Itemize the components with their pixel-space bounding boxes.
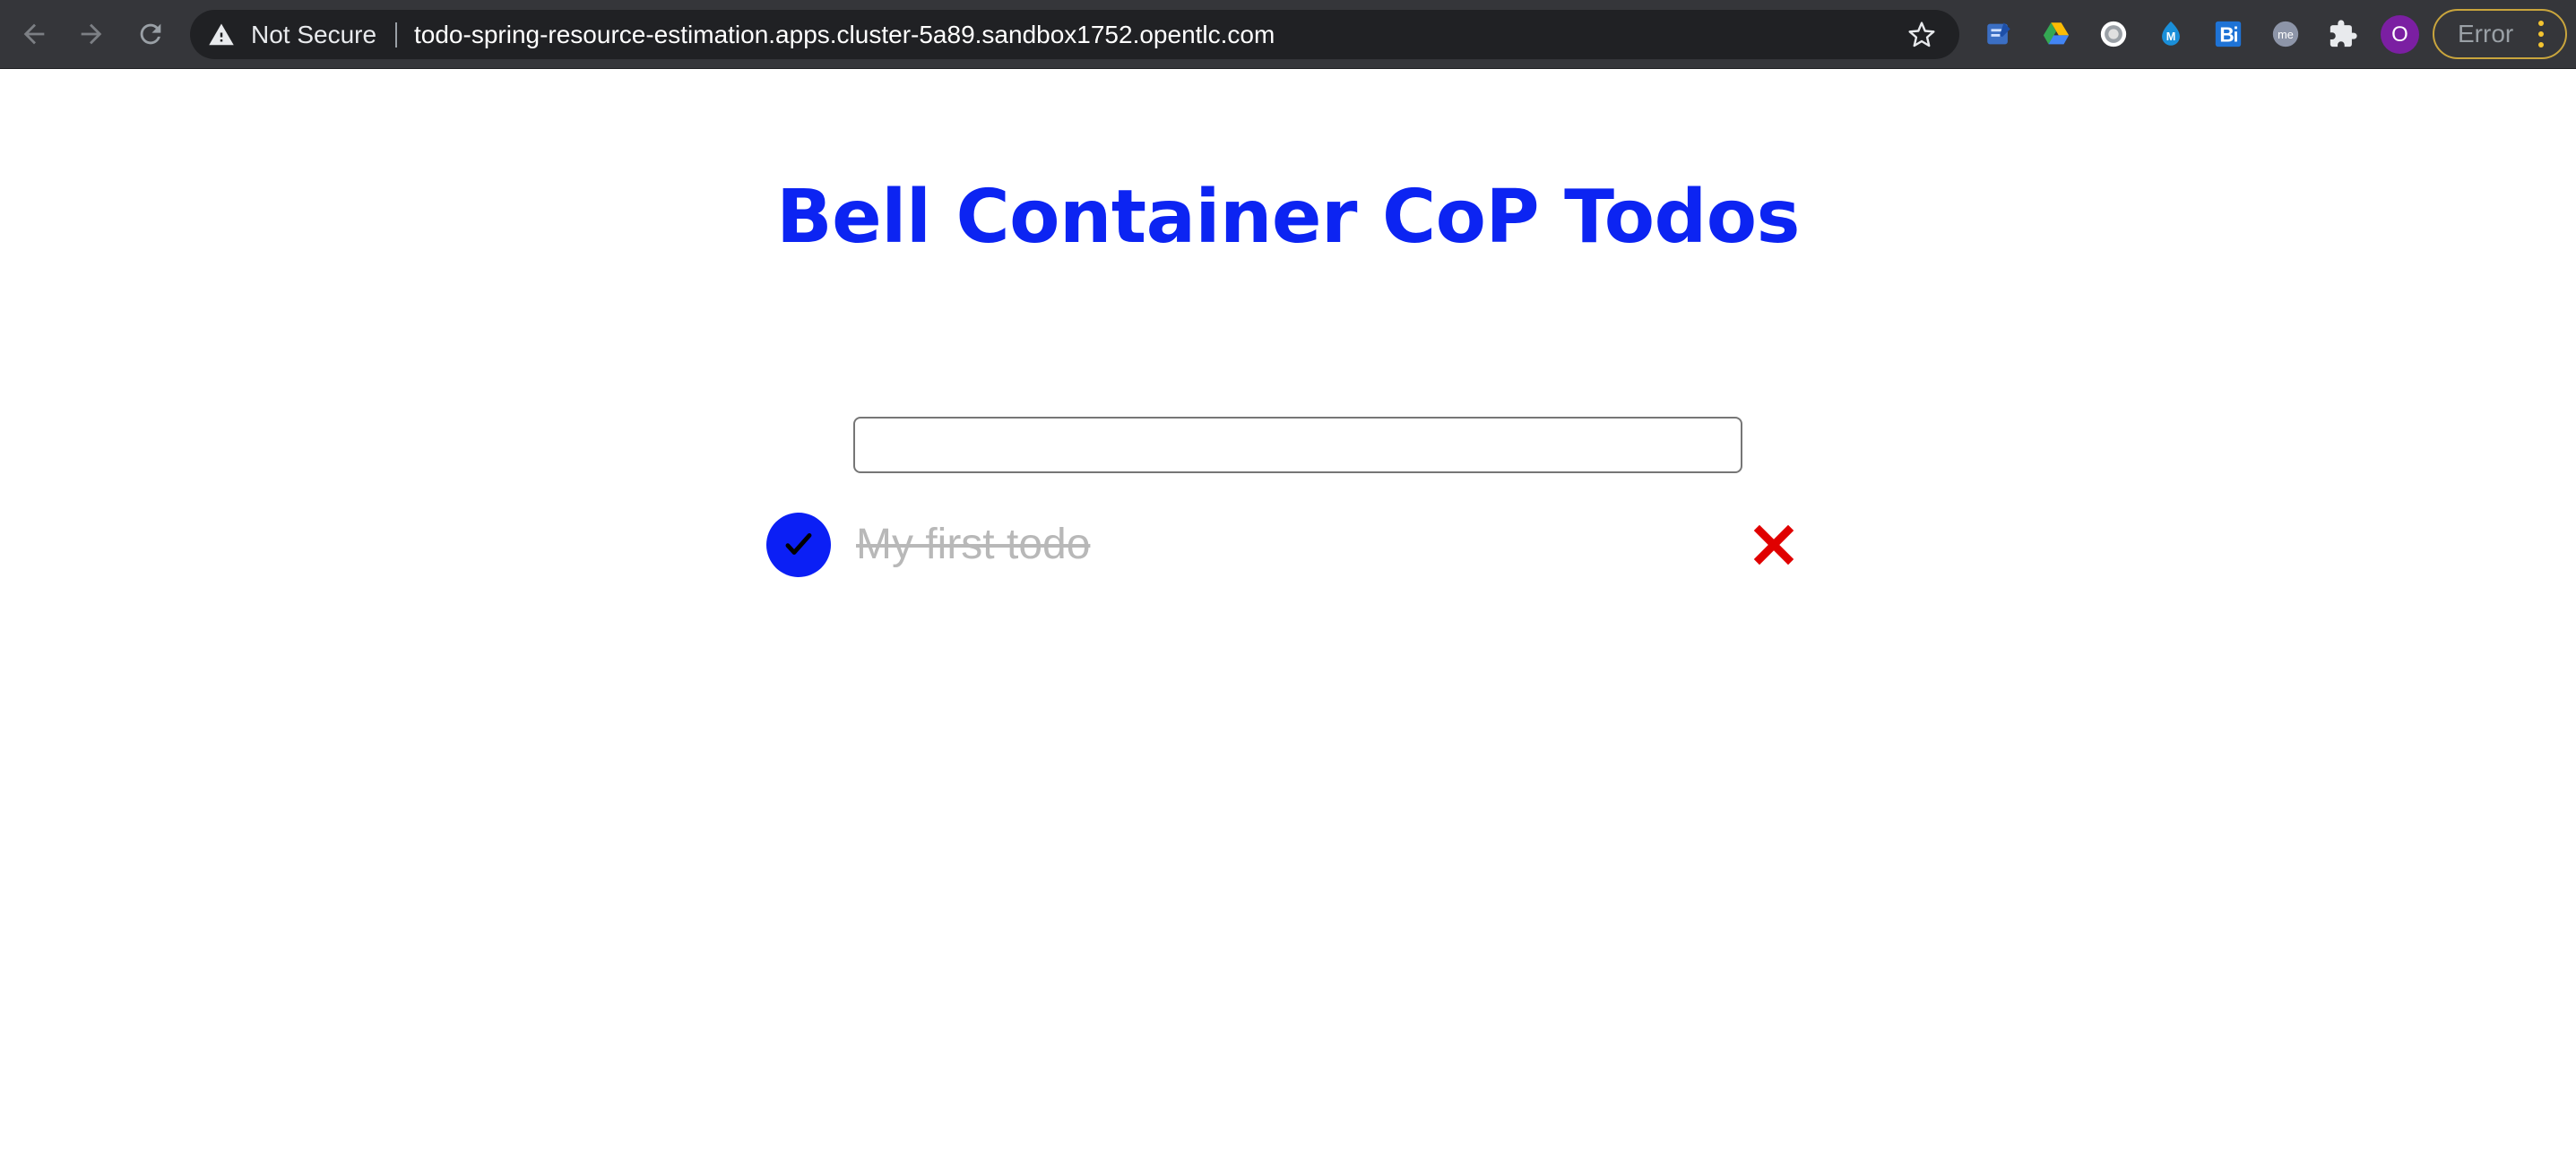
delete-todo-button[interactable] <box>1752 523 1795 566</box>
profile-avatar[interactable]: O <box>2381 15 2419 54</box>
arrow-right-icon <box>81 23 102 45</box>
security-status[interactable]: Not Secure <box>251 10 376 59</box>
warning-icon <box>208 22 235 48</box>
error-label: Error <box>2458 20 2514 47</box>
address-bar[interactable]: Not Secure todo-spring-resource-estimati… <box>190 10 1959 59</box>
b-extension-icon[interactable]: B <box>2212 18 2244 50</box>
back-button[interactable] <box>14 14 54 54</box>
todo-app: Bell Container CoP Todos My first todo <box>0 69 2576 1174</box>
reload-button[interactable] <box>131 14 170 54</box>
checkmark-icon <box>785 532 812 555</box>
error-menu-button[interactable]: Error <box>2433 9 2567 59</box>
bookmark-star-icon[interactable] <box>1907 21 1936 49</box>
m-extension-icon[interactable]: M <box>2155 18 2187 50</box>
me-extension-text: me <box>2278 28 2294 41</box>
arrow-left-icon <box>23 23 45 45</box>
browser-toolbar: Not Secure todo-spring-resource-estimati… <box>0 0 2576 69</box>
omnibox-divider <box>395 22 397 47</box>
me-extension-icon[interactable]: me <box>2269 18 2302 50</box>
close-icon <box>1753 524 1794 565</box>
new-todo-input[interactable] <box>853 417 1742 473</box>
forward-button[interactable] <box>72 14 111 54</box>
url-text[interactable]: todo-spring-resource-estimation.apps.clu… <box>414 10 1275 59</box>
notes-extension-icon[interactable] <box>1983 18 2015 50</box>
todo-toggle-button[interactable] <box>766 513 831 577</box>
reload-icon <box>140 23 161 45</box>
google-drive-icon[interactable] <box>2040 18 2072 50</box>
puzzle-extensions-icon[interactable] <box>2327 18 2359 50</box>
page-title: Bell Container CoP Todos <box>776 175 1800 260</box>
kebab-menu-icon <box>2537 21 2546 47</box>
todo-item: My first todo <box>766 513 1797 577</box>
b-extension-letter: B <box>2219 23 2234 47</box>
circle-extension-icon[interactable] <box>2097 18 2130 50</box>
todo-label[interactable]: My first todo <box>856 513 1090 577</box>
m-extension-letter: M <box>2166 30 2176 43</box>
